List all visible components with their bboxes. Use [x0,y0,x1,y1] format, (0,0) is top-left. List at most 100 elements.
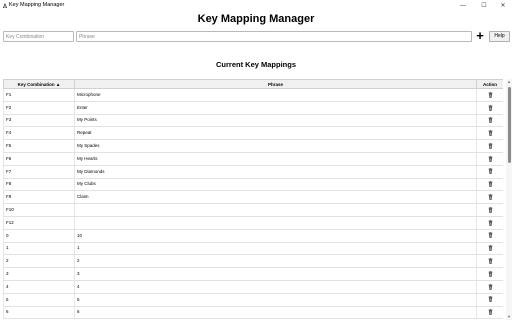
table-row[interactable]: 33 [3,267,503,281]
scroll-down-arrow-icon[interactable]: ▼ [506,314,512,320]
table-row[interactable]: F3 My Points [3,114,503,128]
delete-button[interactable] [476,165,503,179]
mappings-table-container: Key Combination ▲ Phrase Action F1 Microp… [3,79,503,320]
key-cell: F6 [3,152,75,166]
table-row[interactable]: F2 Enter [3,101,503,115]
phrase-cell: 5 [74,293,477,307]
delete-button[interactable] [476,242,503,256]
column-header-action[interactable]: Action [476,79,503,89]
key-cell: F7 [3,165,75,179]
delete-button[interactable] [476,190,503,205]
key-cell: 6 [3,306,75,320]
phrase-cell: 4 [74,280,477,294]
trash-icon [488,168,493,175]
table-row[interactable]: F12 [3,216,503,230]
trash-icon [488,283,493,290]
phrase-cell: My Hearts [74,152,477,166]
key-cell: F4 [3,126,75,141]
table-row[interactable]: F9 Claim [3,190,503,205]
phrase-cell: Repeat [74,126,477,141]
table-row[interactable]: 11 [3,242,503,256]
key-cell: 3 [3,267,75,281]
delete-button[interactable] [476,293,503,307]
phrase-cell: Enter [74,101,477,115]
key-cell: F10 [3,203,75,217]
key-cell: F9 [3,190,75,205]
phrase-cell: 1 [74,242,477,256]
mappings-table: Key Combination ▲ Phrase Action F1 Microp… [3,79,503,320]
phrase-cell: Claim [74,190,477,205]
trash-icon [488,207,493,213]
add-mapping-button[interactable]: + [474,29,486,43]
key-cell: F1 [3,88,75,102]
section-title: Current Key Mappings [215,60,296,69]
window-title: Key Mapping Manager [9,2,65,8]
key-cell: 0 [3,229,75,243]
delete-button[interactable] [476,267,503,281]
key-cell: F3 [3,114,75,128]
trash-icon [488,245,493,252]
table-row[interactable]: F10 [3,203,503,217]
delete-button[interactable] [476,216,503,230]
table-row[interactable]: F6 My Hearts [3,152,503,166]
delete-button[interactable] [476,152,503,166]
table-row[interactable]: 0 10 [3,229,503,243]
delete-button[interactable] [476,88,503,102]
trash-icon [488,271,493,277]
table-row[interactable]: 55 [3,293,503,307]
trash-icon [488,91,493,98]
table-row[interactable]: F1 Microphone [3,88,503,102]
key-cell: F12 [3,216,75,230]
delete-button[interactable] [476,229,503,243]
delete-button[interactable] [476,178,503,192]
trash-icon [488,232,493,239]
delete-button[interactable] [476,101,503,115]
table-row[interactable]: F5 My Spades [3,139,503,153]
trash-icon [488,155,493,162]
key-cell: F5 [3,139,75,153]
scrollbar-thumb[interactable] [507,87,511,163]
column-header-key[interactable]: Key Combination ▲ [3,79,75,89]
trash-icon [488,194,493,200]
phrase-cell: My Spades [74,139,477,153]
vertical-scrollbar[interactable]: ▲ ▼ [506,79,512,320]
delete-button[interactable] [476,114,503,128]
trash-icon [488,258,493,264]
help-button[interactable]: Help [489,31,510,42]
table-row[interactable]: F8 My Clubs [3,178,503,192]
delete-button[interactable] [476,306,503,320]
trash-icon [488,296,493,303]
trash-icon [488,143,493,149]
scroll-up-arrow-icon[interactable]: ▲ [506,79,512,85]
phrase-cell: My Diamonds [74,165,477,179]
phrase-cell: My Clubs [74,178,477,192]
key-combination-input[interactable] [3,31,74,42]
close-button[interactable]: ✕ [494,0,512,11]
trash-icon [488,219,493,226]
key-cell: F2 [3,101,75,115]
key-cell: 1 [3,242,75,256]
delete-button[interactable] [476,254,503,269]
phrase-input[interactable] [76,31,472,42]
phrase-cell: 6 [74,306,477,320]
table-row[interactable]: F7 My Diamonds [3,165,503,179]
phrase-cell: 10 [74,229,477,243]
table-row[interactable]: 66 [3,306,503,320]
delete-button[interactable] [476,126,503,141]
table-row[interactable]: 44 [3,280,503,294]
phrase-cell: My Points [74,114,477,128]
trash-icon [488,117,493,124]
phrase-cell: 3 [74,267,477,281]
delete-button[interactable] [476,280,503,294]
phrase-cell [74,203,477,217]
table-row[interactable]: F4 Repeat [3,126,503,141]
delete-button[interactable] [476,203,503,217]
table-header-row: Key Combination ▲ Phrase Action [3,79,503,89]
phrase-cell: Microphone [74,88,477,102]
delete-button[interactable] [476,139,503,153]
maximize-button[interactable]: ☐ [475,0,493,11]
column-header-phrase[interactable]: Phrase [74,79,477,89]
minimize-button[interactable]: — [454,0,472,11]
trash-icon [488,309,493,315]
table-row[interactable]: 22 [3,254,503,269]
